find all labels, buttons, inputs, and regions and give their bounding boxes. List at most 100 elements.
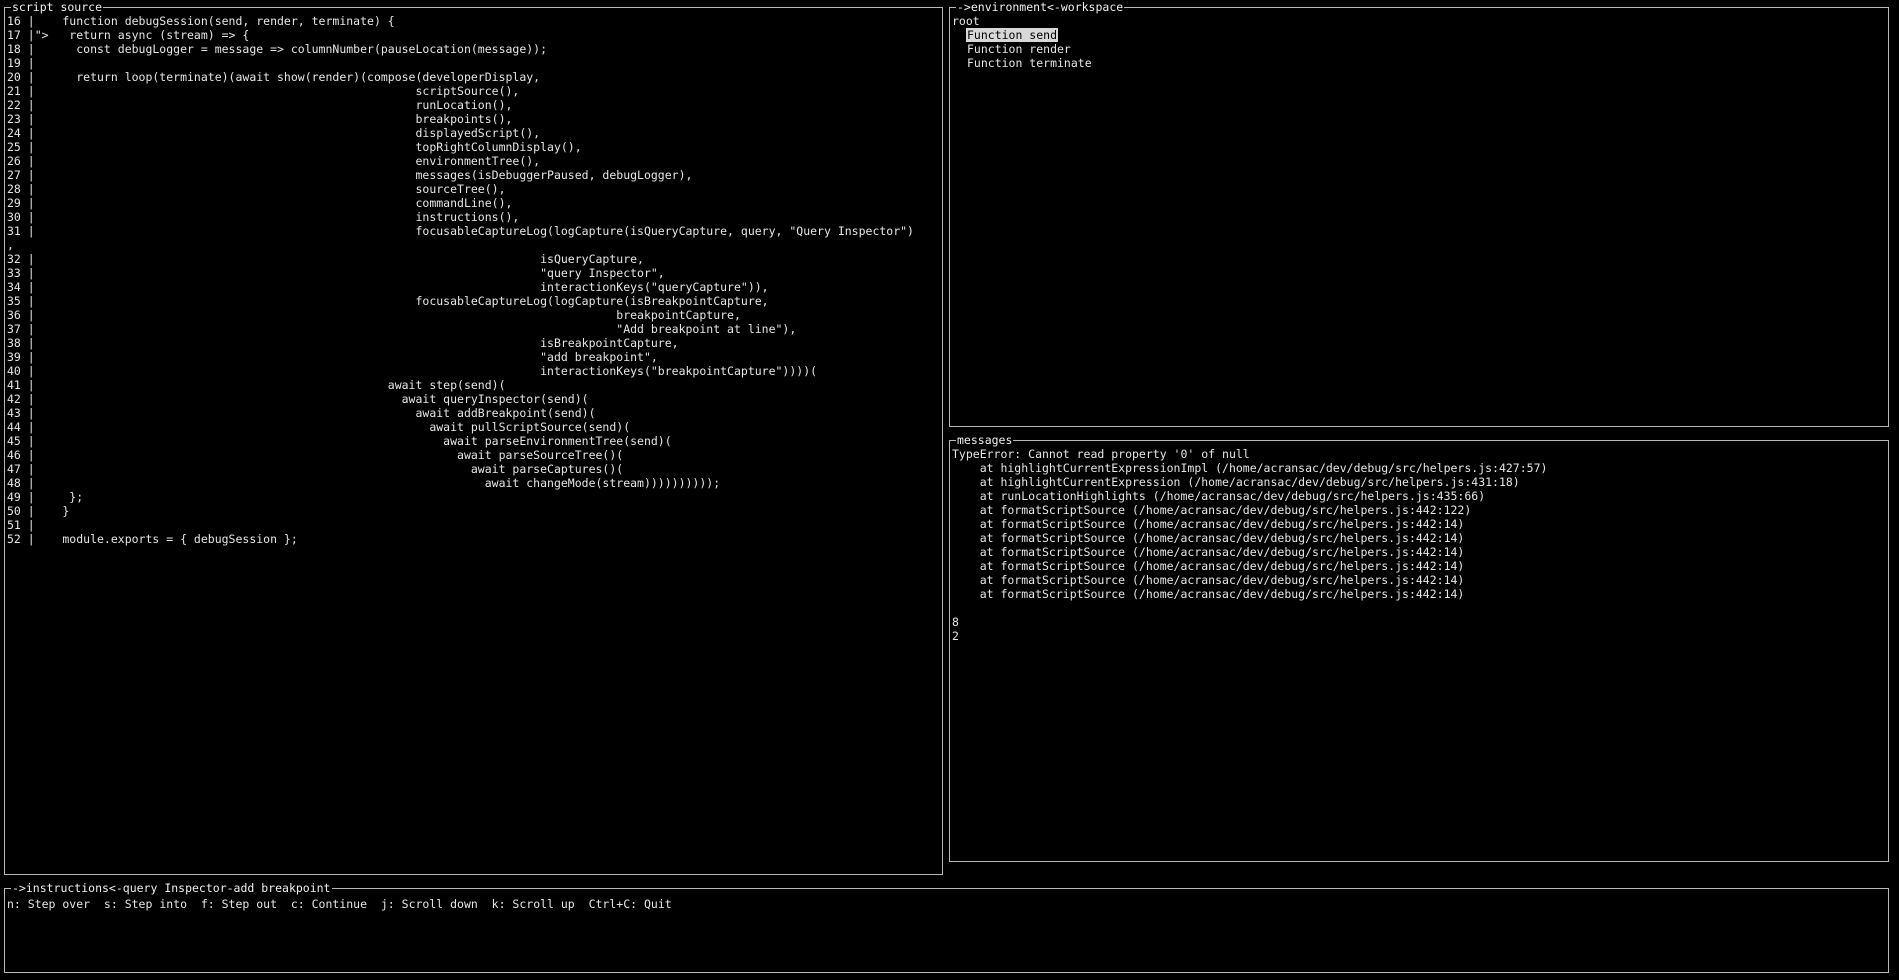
line-number: 23 — [7, 112, 21, 126]
code-line: 32 | isQueryCapture, — [7, 252, 940, 266]
code-line: 29 | commandLine(), — [7, 196, 940, 210]
environment-root: root — [952, 14, 980, 28]
line-number: 29 — [7, 196, 21, 210]
code-line: 43 | await addBreakpoint(send)( — [7, 406, 940, 420]
code-line: 20 | return loop(terminate)(await show(re… — [7, 70, 940, 84]
line-gutter: | — [27, 364, 35, 378]
code-line: 41 | await step(send)( — [7, 378, 940, 392]
code-text: await changeMode(stream)))))))))); — [48, 476, 721, 490]
line-gutter: | — [27, 126, 35, 140]
code-line: 50 | } — [7, 504, 940, 518]
message-line: at formatScriptSource (/home/acransac/de… — [952, 587, 1465, 601]
environment-item[interactable]: Function render — [952, 42, 1886, 56]
code-text: await parseCaptures()( — [48, 462, 624, 476]
script-source-code: 16 | function debugSession(send, render, … — [7, 14, 940, 872]
environment-item-label: Function terminate — [967, 56, 1092, 70]
line-gutter: | — [27, 462, 35, 476]
line-number: 30 — [7, 210, 21, 224]
line-gutter: | — [27, 448, 35, 462]
line-gutter: | — [27, 210, 35, 224]
code-text: messages(isDebuggerPaused, debugLogger), — [48, 168, 693, 182]
code-line: 37 | "Add breakpoint at line"), — [7, 322, 940, 336]
code-text: interactionKeys("queryCapture")), — [48, 280, 769, 294]
line-number: 46 — [7, 448, 21, 462]
code-text: await step(send)( — [48, 378, 506, 392]
line-gutter: | — [27, 196, 35, 210]
code-line: 35 | focusableCaptureLog(logCapture(isBre… — [7, 294, 940, 308]
messages-panel[interactable]: messages TypeError: Cannot read property… — [949, 433, 1889, 862]
line-gutter: | — [27, 504, 35, 518]
line-number: 47 — [7, 462, 21, 476]
message-line — [952, 601, 1886, 615]
code-line: 24 | displayedScript(), — [7, 126, 940, 140]
code-line: 30 | instructions(), — [7, 210, 940, 224]
line-number: 21 — [7, 84, 21, 98]
line-number: 52 — [7, 532, 21, 546]
code-line: 45 | await parseEnvironmentTree(send)( — [7, 434, 940, 448]
code-line: 36 | breakpointCapture, — [7, 308, 940, 322]
environment-item[interactable]: Function send — [952, 28, 1886, 42]
code-text: await pullScriptSource(send)( — [48, 420, 631, 434]
line-gutter: | — [27, 322, 35, 336]
code-text: module.exports = { debugSession }; — [48, 532, 298, 546]
line-number: 48 — [7, 476, 21, 490]
code-text: "query Inspector", — [48, 266, 665, 280]
line-number: , — [7, 238, 14, 252]
line-gutter: | — [27, 406, 35, 420]
message-line: 8 — [952, 615, 959, 629]
code-text: topRightColumnDisplay(), — [48, 140, 582, 154]
instructions-title: ->instructions<-query Inspector-add brea… — [11, 881, 332, 895]
code-line: 34 | interactionKeys("queryCapture")), — [7, 280, 940, 294]
line-gutter: |"> — [27, 28, 49, 42]
code-text: "add breakpoint", — [48, 350, 658, 364]
code-line: 39 | "add breakpoint", — [7, 350, 940, 364]
code-text: interactionKeys("breakpointCapture"))))( — [48, 364, 818, 378]
line-number: 45 — [7, 434, 21, 448]
script-source-panel[interactable]: script source 16 | function debugSession(… — [4, 0, 943, 875]
code-text: runLocation(), — [48, 98, 513, 112]
line-gutter: | — [27, 378, 35, 392]
line-number: 41 — [7, 378, 21, 392]
code-text: return loop(terminate)(await show(render… — [48, 70, 541, 84]
line-number: 19 — [7, 56, 21, 70]
code-line: 22 | runLocation(), — [7, 98, 940, 112]
line-gutter: | — [27, 266, 35, 280]
line-number: 16 — [7, 14, 21, 28]
line-gutter: | — [27, 98, 35, 112]
line-gutter: | — [27, 518, 35, 532]
code-line: 38 | isBreakpointCapture, — [7, 336, 940, 350]
code-text: environmentTree(), — [48, 154, 541, 168]
code-text: return async (stream) => { — [48, 28, 250, 42]
line-number: 27 — [7, 168, 21, 182]
line-gutter: | — [27, 182, 35, 196]
code-line: 27 | messages(isDebuggerPaused, debugLogg… — [7, 168, 940, 182]
line-number: 50 — [7, 504, 21, 518]
code-line: 18 | const debugLogger = message => colum… — [7, 42, 940, 56]
message-line: 2 — [952, 629, 959, 643]
line-number: 44 — [7, 420, 21, 434]
code-text: const debugLogger = message => columnNum… — [48, 42, 548, 56]
code-line: 25 | topRightColumnDisplay(), — [7, 140, 940, 154]
line-gutter: | — [27, 420, 35, 434]
instructions-panel[interactable]: ->instructions<-query Inspector-add brea… — [4, 881, 1889, 973]
line-number: 25 — [7, 140, 21, 154]
line-number: 34 — [7, 280, 21, 294]
line-gutter: | — [27, 14, 35, 28]
environment-panel[interactable]: ->environment<-workspace root Function s… — [949, 0, 1889, 427]
message-line: at runLocationHighlights (/home/acransac… — [952, 489, 1486, 503]
code-line: 51 | — [7, 518, 940, 532]
code-line: 49 | }; — [7, 490, 940, 504]
code-text: isBreakpointCapture, — [48, 336, 679, 350]
line-gutter: | — [27, 154, 35, 168]
code-line: 21 | scriptSource(), — [7, 84, 940, 98]
line-gutter: | — [27, 294, 35, 308]
environment-items: Function send Function render Function ter… — [952, 28, 1886, 70]
instructions-body: n: Step over s: Step into f: Step out c:… — [7, 895, 1886, 970]
code-text: breakpoints(), — [48, 112, 513, 126]
code-text: } — [48, 504, 70, 518]
line-number: 35 — [7, 294, 21, 308]
environment-item[interactable]: Function terminate — [952, 56, 1886, 70]
code-line: 48 | await changeMode(stream)))))))))); — [7, 476, 940, 490]
line-gutter: | — [27, 168, 35, 182]
code-text: }; — [48, 490, 84, 504]
